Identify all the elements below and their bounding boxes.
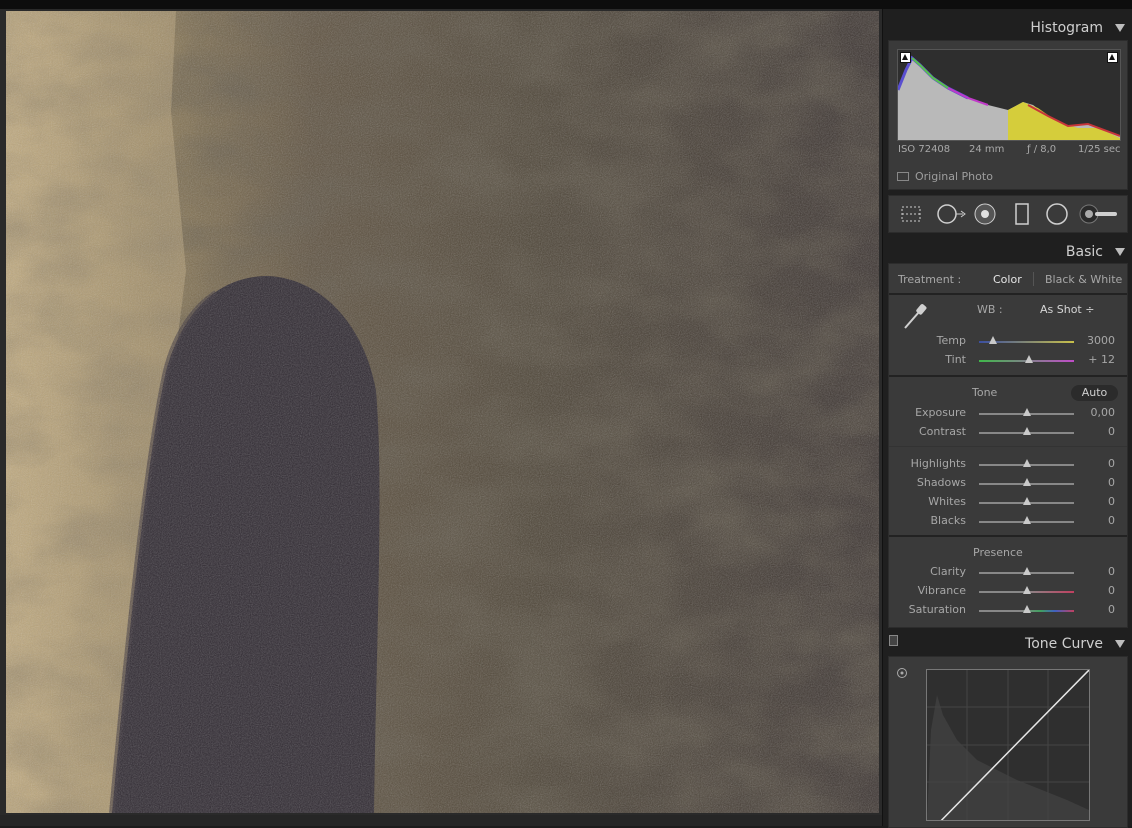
contrast-value[interactable]: 0 [1075, 425, 1115, 438]
presence-label: Presence [973, 546, 1023, 559]
clarity-label: Clarity [930, 565, 966, 578]
shutter-value: 1/25 sec [1078, 144, 1121, 155]
collapse-triangle-icon[interactable] [1115, 248, 1125, 256]
basic-title: Basic [1065, 244, 1103, 260]
spot-removal-icon[interactable] [935, 203, 967, 225]
auto-tone-button[interactable]: Auto [1071, 385, 1118, 401]
cave-photo [6, 11, 879, 813]
panel-switch-icon[interactable] [889, 635, 898, 646]
highlights-value[interactable]: 0 [1075, 457, 1115, 470]
shadows-label: Shadows [916, 476, 966, 489]
tool-strip [888, 195, 1128, 233]
histogram-title: Histogram [1030, 20, 1103, 36]
treatment-divider [1033, 272, 1034, 286]
tint-label: Tint [945, 353, 966, 366]
whites-value[interactable]: 0 [1075, 495, 1115, 508]
section-divider [889, 375, 1127, 377]
section-divider [889, 446, 1127, 447]
wb-label: WB : [977, 303, 1003, 316]
exposure-label: Exposure [915, 406, 966, 419]
top-bar [0, 0, 1132, 9]
crop-overlay-icon[interactable] [899, 203, 923, 225]
histogram-header[interactable]: Histogram [883, 15, 1132, 41]
filmstrip-bar [0, 815, 882, 826]
graduated-filter-icon[interactable] [1013, 203, 1031, 225]
contrast-slider-thumb[interactable] [1022, 427, 1031, 435]
aperture-value: ƒ / 8,0 [1027, 144, 1057, 155]
red-eye-icon[interactable] [973, 203, 997, 225]
saturation-value[interactable]: 0 [1075, 603, 1115, 616]
treatment-color-option[interactable]: Color [993, 273, 1022, 286]
section-divider [889, 293, 1127, 295]
section-divider [889, 535, 1127, 537]
highlights-slider-thumb[interactable] [1022, 459, 1031, 467]
histogram-graph [897, 49, 1121, 141]
temp-slider-thumb[interactable] [989, 336, 998, 344]
treatment-label: Treatment : [898, 273, 962, 286]
treatment-bw-option[interactable]: Black & White [1045, 273, 1122, 286]
photo-viewer[interactable] [0, 9, 882, 815]
blacks-slider-thumb[interactable] [1022, 516, 1031, 524]
tone-curve-header[interactable]: Tone Curve [883, 631, 1132, 657]
histogram-chart [898, 55, 1120, 140]
vibrance-label: Vibrance [917, 584, 966, 597]
contrast-label: Contrast [918, 425, 966, 438]
highlights-label: Highlights [910, 457, 966, 470]
focal-length-value: 24 mm [969, 144, 1005, 155]
targeted-adjustment-icon[interactable] [896, 667, 908, 679]
tint-slider-thumb[interactable] [1025, 355, 1034, 363]
tone-label: Tone [972, 386, 998, 399]
tone-curve-graph[interactable] [926, 669, 1090, 821]
collapse-triangle-icon[interactable] [1115, 640, 1125, 648]
photo-image[interactable] [6, 11, 879, 813]
blacks-label: Blacks [930, 514, 967, 527]
shadows-value[interactable]: 0 [1075, 476, 1115, 489]
tone-curve-title: Tone Curve [1025, 636, 1103, 652]
white-balance-selector-icon[interactable] [899, 300, 931, 332]
temp-label: Temp [936, 334, 966, 347]
exposure-slider-thumb[interactable] [1022, 408, 1031, 416]
vibrance-slider-thumb[interactable] [1022, 586, 1031, 594]
vibrance-value[interactable]: 0 [1075, 584, 1115, 597]
clarity-value[interactable]: 0 [1075, 565, 1115, 578]
collapse-triangle-icon[interactable] [1115, 24, 1125, 32]
tint-value[interactable]: + 12 [1075, 353, 1115, 366]
blacks-value[interactable]: 0 [1075, 514, 1115, 527]
saturation-label: Saturation [908, 603, 966, 616]
highlight-clipping-icon[interactable] [1107, 52, 1118, 63]
wb-dropdown[interactable]: As Shot ÷ [1040, 303, 1094, 316]
adjustment-brush-icon[interactable] [1079, 203, 1119, 225]
exposure-value[interactable]: 0,00 [1075, 406, 1116, 419]
basic-header[interactable]: Basic [883, 239, 1132, 265]
develop-right-panel: Histogram ISO 72408 24 mm ƒ / 8,0 1/25 s… [882, 9, 1132, 828]
tone-curve-chart [927, 670, 1089, 820]
whites-slider-thumb[interactable] [1022, 497, 1031, 505]
basic-panel: Treatment : Color Black & White WB : As … [888, 263, 1128, 628]
original-photo-toggle[interactable]: Original Photo [897, 170, 993, 183]
original-photo-checkbox[interactable] [897, 172, 909, 181]
original-photo-label: Original Photo [915, 170, 993, 183]
whites-label: Whites [928, 495, 966, 508]
radial-filter-icon[interactable] [1045, 203, 1069, 225]
shadow-clipping-icon[interactable] [900, 52, 911, 63]
iso-value: ISO 72408 [898, 144, 951, 155]
shadows-slider-thumb[interactable] [1022, 478, 1031, 486]
histogram-panel: ISO 72408 24 mm ƒ / 8,0 1/25 sec Origina… [888, 40, 1128, 190]
tone-curve-panel [888, 656, 1128, 828]
temp-value[interactable]: 3000 [1075, 334, 1115, 347]
saturation-slider-thumb[interactable] [1022, 605, 1031, 613]
clarity-slider-thumb[interactable] [1022, 567, 1031, 575]
